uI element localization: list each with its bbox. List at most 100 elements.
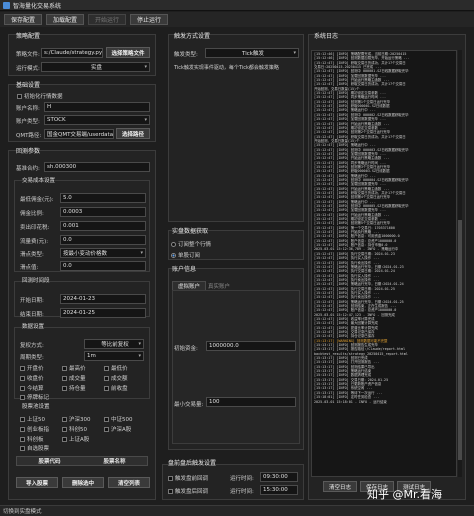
clear-log-button[interactable]: 清空日志 xyxy=(323,481,357,492)
scrollbar-thumb[interactable] xyxy=(458,220,462,460)
column-header-code[interactable]: 股票代码 xyxy=(17,457,82,465)
init-data-checkbox[interactable]: 初始化行情数据 xyxy=(17,92,63,100)
subscribe-all-radio[interactable]: 订阅整个行情 xyxy=(171,240,211,248)
post-market-checkbox[interactable]: 触发盘后回调 xyxy=(168,487,208,495)
toolbar: 保存配置 加载配置 开始运行 停止运行 xyxy=(0,12,474,27)
min-volume-field[interactable]: 100 xyxy=(206,397,296,407)
field-label: 最高价 xyxy=(69,366,86,372)
pool-hsa-checkbox[interactable]: 沪深A股 xyxy=(104,425,131,433)
field-volume-checkbox[interactable]: 成交量 xyxy=(62,374,86,382)
pool-custom-checkbox[interactable]: 自选股票 xyxy=(20,444,49,452)
pool-sha-checkbox[interactable]: 上证A股 xyxy=(62,435,89,443)
pool-zz500-checkbox[interactable]: 中证500 xyxy=(104,415,133,423)
tab-virtual-account[interactable]: 虚拟账户 xyxy=(172,281,207,290)
select-path-button[interactable]: 选择路径 xyxy=(116,128,150,139)
min-fee-field[interactable]: 5.0 xyxy=(60,193,146,203)
column-header-name[interactable]: 股票名称 xyxy=(82,457,147,465)
delete-selected-button[interactable]: 删除选中 xyxy=(62,477,104,488)
date-range-title: 回测时间段 xyxy=(22,278,50,284)
tab-real-account[interactable]: 真实账户 xyxy=(203,281,235,290)
data-settings-title: 数据设置 xyxy=(22,324,45,330)
slippage-type-label: 滑点类型: xyxy=(20,252,44,258)
end-date-field[interactable]: 2024-01-25 xyxy=(60,308,146,318)
radio-circle xyxy=(171,241,176,247)
backtest-title: 回测参数 xyxy=(16,148,41,155)
save-config-button[interactable]: 保存配置 xyxy=(4,14,43,25)
adjust-select[interactable]: 等比前复权 xyxy=(84,339,144,349)
transfer-fee-label: 流量费(元): xyxy=(20,239,49,245)
start-run-button[interactable]: 开始运行 xyxy=(88,14,127,25)
benchmark-field[interactable]: sh.000300 xyxy=(44,162,150,172)
run-mode-select[interactable]: 实盘 xyxy=(41,62,150,72)
initial-capital-field[interactable]: 1000000.0 xyxy=(206,341,296,351)
run-mode-label: 运行模式: xyxy=(16,66,40,72)
pre-market-checkbox[interactable]: 触发盘前回调 xyxy=(168,474,208,482)
pool-sz50-checkbox[interactable]: 上证50 xyxy=(20,415,45,423)
account-type-select[interactable]: STOCK xyxy=(44,115,150,125)
stop-run-button[interactable]: 停止运行 xyxy=(130,14,169,25)
pool-label: 上证A股 xyxy=(69,437,90,443)
account-tab-content xyxy=(172,290,300,444)
checkbox-box xyxy=(62,436,67,442)
field-oi-checkbox[interactable]: 持仓量 xyxy=(62,384,86,392)
trigger-panel xyxy=(168,34,304,222)
field-label: 前收盘 xyxy=(111,386,128,392)
commission-field[interactable]: 0.0003 xyxy=(60,207,146,217)
post-time-field[interactable]: 15:30:00 xyxy=(260,485,298,495)
load-config-button[interactable]: 加载配置 xyxy=(46,14,85,25)
stock-table-header: 股票代码 股票名称 xyxy=(16,456,148,466)
subscribe-single-label: 单股订阅 xyxy=(178,253,201,259)
field-label: 停牌标记 xyxy=(27,395,50,401)
pre-time-field[interactable]: 09:30:00 xyxy=(260,472,298,482)
app-icon xyxy=(3,1,10,9)
checkbox-box xyxy=(20,426,25,432)
field-label: 成交量 xyxy=(69,376,86,382)
benchmark-label: 基准合约: xyxy=(16,166,40,172)
log-line: 2025-03-01 15:18:01 - INFO - 运行结束 xyxy=(314,399,387,404)
pool-label: 沪深A股 xyxy=(111,427,132,433)
period-label: 周期类型: xyxy=(20,355,44,361)
window-title: 智海量化交易系统 xyxy=(13,2,62,10)
status-text: 切换到实盘模式 xyxy=(3,509,42,515)
checkbox-box xyxy=(104,416,109,422)
slippage-type-select[interactable]: 按最小变动价格数 xyxy=(60,248,146,258)
pool-hs300-checkbox[interactable]: 沪深300 xyxy=(62,415,91,423)
strategy-file-field[interactable]: s:/Claude/strategy.py xyxy=(41,48,103,58)
start-date-label: 开始日期: xyxy=(20,298,44,304)
log-scrollbar[interactable] xyxy=(458,50,462,477)
field-high-checkbox[interactable]: 最高价 xyxy=(62,364,86,372)
import-stocks-button[interactable]: 导入股票 xyxy=(16,477,58,488)
trigger-type-select[interactable]: Tick触发 xyxy=(205,48,299,58)
account-name-field[interactable]: H xyxy=(44,102,150,112)
pool-kc50-checkbox[interactable]: 科创50 xyxy=(62,425,87,433)
start-date-field[interactable]: 2024-01-23 xyxy=(60,294,146,304)
qmt-path-field[interactable]: 国金QMT交易端/userdata_mini xyxy=(44,129,114,139)
field-suspend-checkbox[interactable]: 停牌标记 xyxy=(20,393,49,401)
field-low-checkbox[interactable]: 最低价 xyxy=(104,364,128,372)
min-volume-label: 最小交易量: xyxy=(174,402,204,408)
pool-cyb-checkbox[interactable]: 创业板指 xyxy=(20,425,49,433)
transfer-fee-field[interactable]: 0.0 xyxy=(60,235,146,245)
pool-label: 沪深300 xyxy=(69,417,91,423)
select-strategy-button[interactable]: 选择策略文件 xyxy=(106,47,150,58)
pool-label: 自选股票 xyxy=(27,446,50,452)
log-output[interactable]: [15:12:46] [INFO] 策略配置完成，当前日期:20250415 [1… xyxy=(311,50,457,477)
pool-kcb-checkbox[interactable]: 科创板 xyxy=(20,435,44,443)
checkbox-box xyxy=(20,385,25,391)
title-bar: 智海量化交易系统 xyxy=(0,0,474,11)
market-title: 实盘数据获取 xyxy=(172,228,209,235)
post-time-label: 运行时间: xyxy=(230,489,254,495)
field-amount-checkbox[interactable]: 成交额 xyxy=(104,374,128,382)
field-settle-checkbox[interactable]: 今结算 xyxy=(20,384,44,392)
stamp-tax-field[interactable]: 0.001 xyxy=(60,221,146,231)
commission-label: 佣金比例: xyxy=(20,211,44,217)
subscribe-single-radio[interactable]: 单股订阅 xyxy=(171,251,200,259)
field-preclose-checkbox[interactable]: 前收盘 xyxy=(104,384,128,392)
clear-list-button[interactable]: 清空列表 xyxy=(108,477,150,488)
slippage-value-field[interactable]: 0.0 xyxy=(60,261,146,271)
account-title: 账户信息 xyxy=(172,266,197,273)
field-open-checkbox[interactable]: 开盘价 xyxy=(20,364,44,372)
radio-circle xyxy=(171,252,176,258)
period-select[interactable]: 1m xyxy=(84,351,144,361)
field-close-checkbox[interactable]: 收盘价 xyxy=(20,374,44,382)
